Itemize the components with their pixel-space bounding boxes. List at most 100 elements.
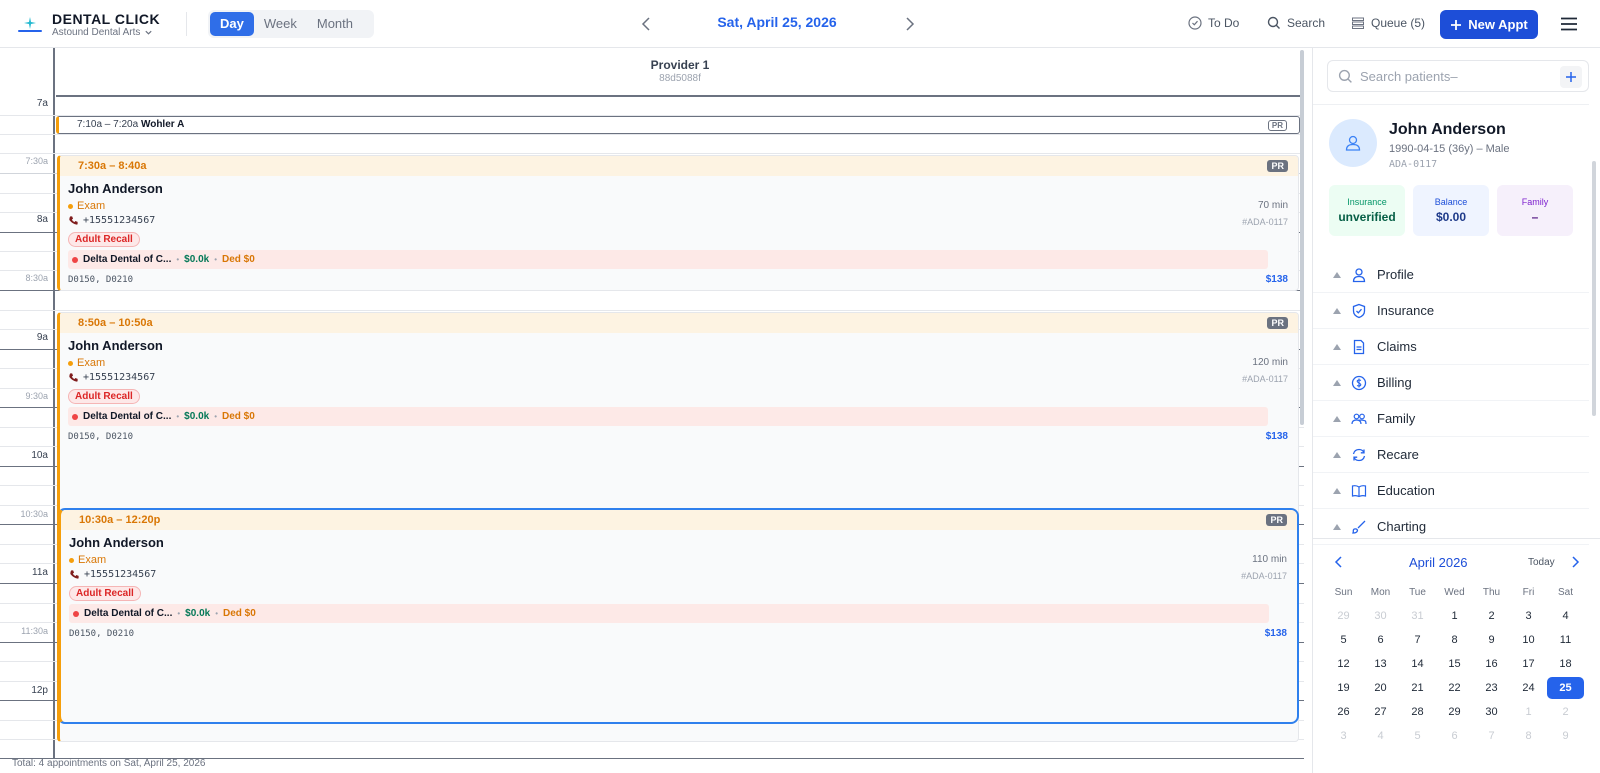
calendar-day[interactable]: 29 [1436,701,1473,723]
hamburger-menu-icon[interactable] [1560,17,1578,31]
previous-day-button[interactable] [640,16,654,32]
calendar-day[interactable]: 13 [1362,653,1399,675]
menu-item-education[interactable]: Education [1313,473,1589,509]
insurance-status-card[interactable]: Insurance unverified [1329,185,1405,236]
calendar-day[interactable]: 23 [1473,677,1510,699]
calendar-day-outside[interactable]: 4 [1362,725,1399,747]
calendar-day[interactable]: 20 [1362,677,1399,699]
practice-selector[interactable]: Astound Dental Arts [52,27,153,38]
calendar-day-outside[interactable]: 31 [1399,605,1436,627]
queue-button[interactable]: Queue (5) [1351,16,1425,30]
menu-label: Charting [1377,519,1427,534]
calendar-day[interactable]: 30 [1473,701,1510,723]
calendar-day-outside[interactable]: 9 [1547,725,1584,747]
schedule-scrollbar[interactable] [1300,50,1304,425]
calendar-day-outside[interactable]: 29 [1325,605,1362,627]
calendar-day-outside[interactable]: 2 [1547,701,1584,723]
insurance-carrier: Delta Dental of C... [83,254,172,265]
user-icon [1345,135,1361,151]
calendar-day[interactable]: 24 [1510,677,1547,699]
provider-column-header[interactable]: Provider 1 88d5088f [56,48,1304,97]
calendar-day-outside[interactable]: 8 [1510,725,1547,747]
calendar-day[interactable]: 26 [1325,701,1362,723]
menu-item-recare[interactable]: Recare [1313,437,1589,473]
calendar-day[interactable]: 25 [1547,677,1584,699]
menu-item-profile[interactable]: Profile [1313,257,1589,293]
calendar-day[interactable]: 28 [1399,701,1436,723]
patient-side-panel: Search patients– John Anderson 1990-04-1… [1312,48,1600,773]
dental-click-logo [16,14,44,34]
menu-item-insurance[interactable]: Insurance [1313,293,1589,329]
calendar-day-outside[interactable]: 1 [1510,701,1547,723]
brand-name: DENTAL CLICK [52,11,161,27]
next-month-button[interactable] [1569,555,1581,569]
add-patient-button[interactable] [1560,66,1582,88]
time-label: 10a [31,450,48,461]
calendar-day[interactable]: 18 [1547,653,1584,675]
calendar-day[interactable]: 27 [1362,701,1399,723]
calendar-day-outside[interactable]: 6 [1436,725,1473,747]
calendar-day[interactable]: 21 [1399,677,1436,699]
view-day-button[interactable]: Day [210,12,254,36]
search-button[interactable]: Search [1267,16,1325,30]
appointment-card[interactable]: 7:30a – 8:40a PR John Anderson Exam +155… [57,155,1299,291]
users-icon [1351,411,1367,427]
calendar-day[interactable]: 9 [1473,629,1510,651]
calendar-day[interactable]: 4 [1547,605,1584,627]
separator-dot: • [214,412,218,421]
calendar-day-outside[interactable]: 3 [1325,725,1362,747]
view-week-button[interactable]: Week [254,12,307,36]
time-label: 7a [36,98,48,109]
calendar-day[interactable]: 22 [1436,677,1473,699]
deductible: Ded $0 [222,411,255,422]
calendar-day[interactable]: 8 [1436,629,1473,651]
menu-item-claims[interactable]: Claims [1313,329,1589,365]
calendar-day[interactable]: 14 [1399,653,1436,675]
calendar-day[interactable]: 10 [1510,629,1547,651]
appointment-card-small[interactable]: 7:10a – 7:20a Wohler A PR [56,116,1300,134]
calendar-day[interactable]: 19 [1325,677,1362,699]
calendar-day-outside[interactable]: 30 [1362,605,1399,627]
family-card[interactable]: Family – [1497,185,1573,236]
todo-button[interactable]: To Do [1188,16,1239,30]
shield-icon [1351,303,1367,319]
calendar-month[interactable]: April 2026 [1409,555,1468,570]
patient-phone: +15551234567 [69,569,156,580]
calendar-day[interactable]: 5 [1325,629,1362,651]
calendar-day[interactable]: 2 [1473,605,1510,627]
calendar-day[interactable]: 3 [1510,605,1547,627]
today-button[interactable]: Today [1528,557,1555,568]
calendar-day[interactable]: 16 [1473,653,1510,675]
view-switcher: Day Week Month [208,10,374,38]
appointment-time-bar: 8:50a – 10:50a PR [60,313,1298,333]
calendar-day-outside[interactable]: 7 [1473,725,1510,747]
refresh-icon [1351,447,1367,463]
next-day-button[interactable] [902,16,916,32]
menu-item-family[interactable]: Family [1313,401,1589,437]
current-date[interactable]: Sat, April 25, 2026 [660,14,894,30]
patient-name: John Anderson [68,338,163,353]
patient-search-input[interactable]: Search patients– [1327,60,1589,92]
appointment-card-selected[interactable]: 10:30a – 12:20p PR John Anderson Exam +1… [57,508,1299,724]
weekday-label: Sat [1557,587,1573,598]
view-month-button[interactable]: Month [307,12,363,36]
calendar-day[interactable]: 1 [1436,605,1473,627]
calendar-day[interactable]: 17 [1510,653,1547,675]
collapse-triangle-icon [1333,343,1341,350]
balance-card[interactable]: Balance $0.00 [1413,185,1489,236]
calendar-day[interactable]: 6 [1362,629,1399,651]
calendar-day[interactable]: 15 [1436,653,1473,675]
panel-scrollbar[interactable] [1592,161,1596,416]
weekday-label: Sun [1334,587,1353,598]
calendar-day[interactable]: 7 [1399,629,1436,651]
previous-month-button[interactable] [1333,555,1345,569]
recall-badge: Adult Recall [68,232,140,247]
new-appointment-button[interactable]: New Appt [1440,10,1538,39]
insurance-strip: Delta Dental of C... • $0.0k • Ded $0 [68,407,1268,426]
phone-icon [69,569,80,580]
calendar-day[interactable]: 12 [1325,653,1362,675]
menu-item-billing[interactable]: Billing [1313,365,1589,401]
calendar-day-outside[interactable]: 5 [1399,725,1436,747]
calendar-day[interactable]: 11 [1547,629,1584,651]
patient-name: John Anderson [69,535,164,550]
